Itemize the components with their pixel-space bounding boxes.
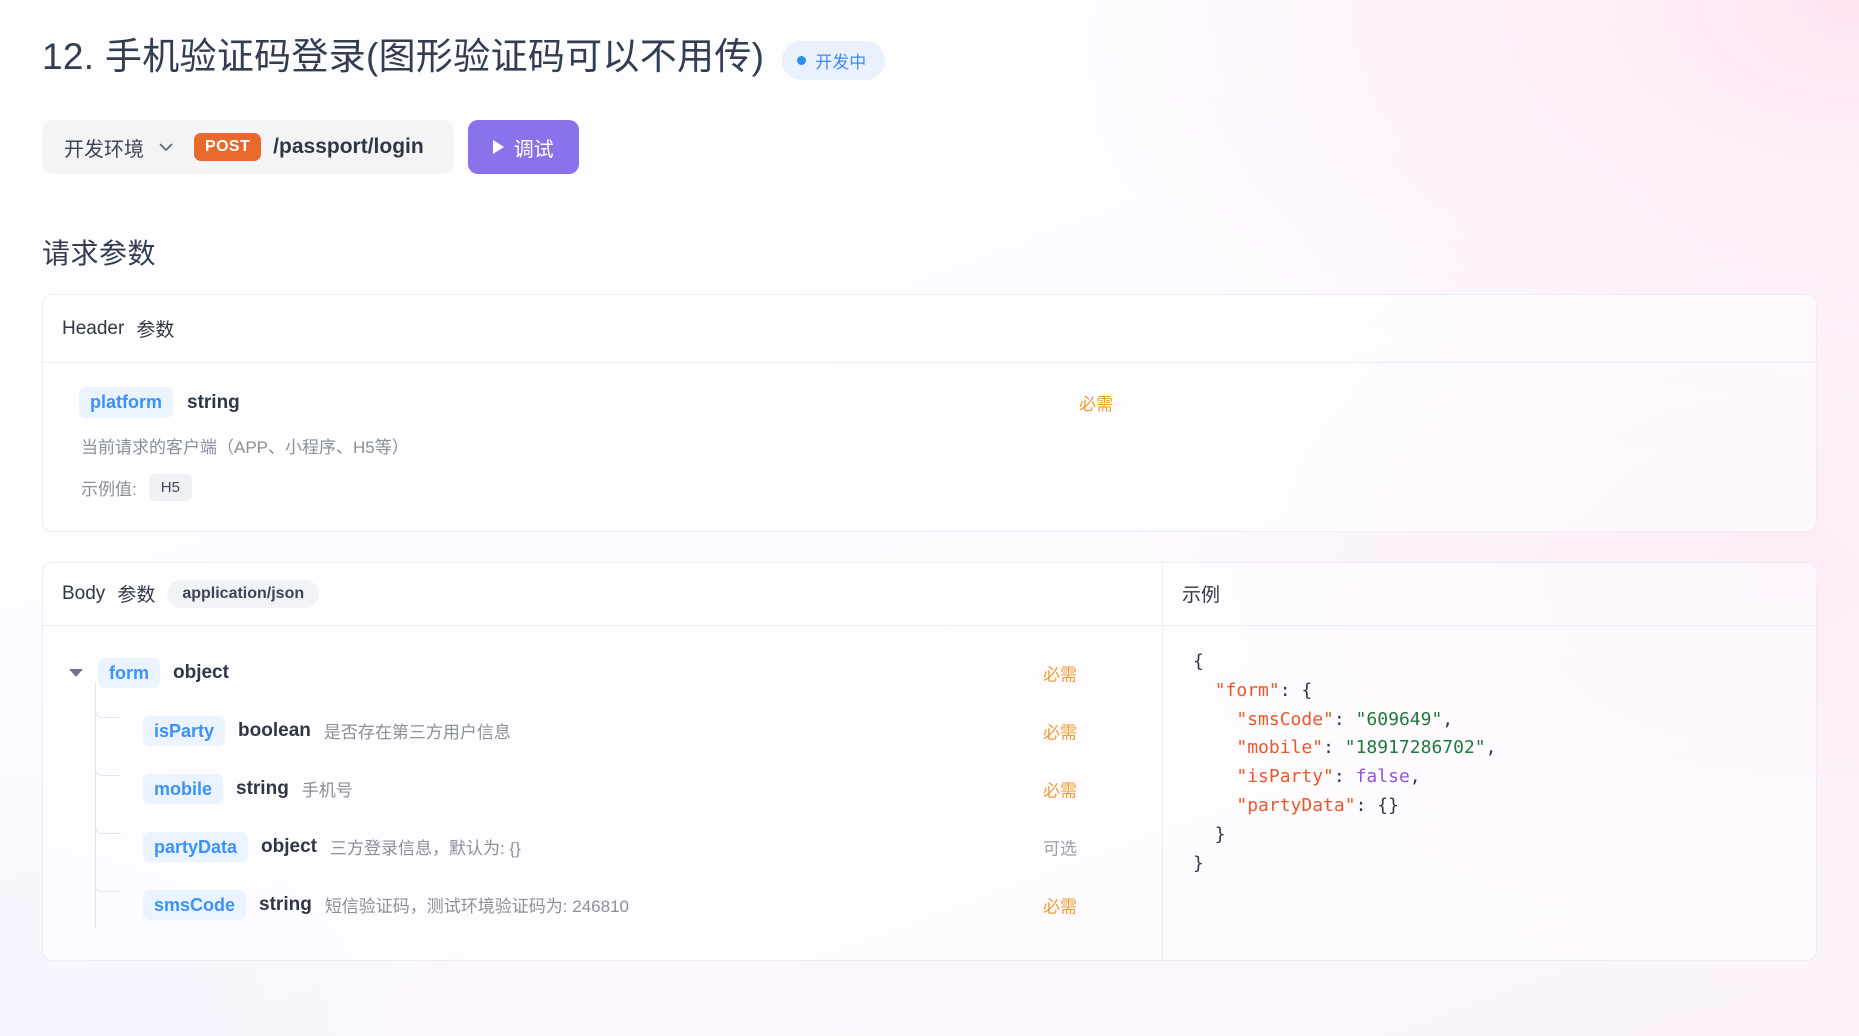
param-required-flag: 可选 xyxy=(1043,839,1077,859)
json-brace: } xyxy=(1193,852,1204,874)
body-params-split: Body 参数 application/json form object 必需 … xyxy=(43,562,1816,960)
example-panel-title: 示例 xyxy=(1163,563,1816,626)
param-example-line: 示例值: H5 xyxy=(81,473,1796,501)
body-params-tree: form object 必需 isParty boolean 是否存在第三方用户… xyxy=(43,626,1162,960)
status-dot-icon xyxy=(797,55,807,65)
env-url-group: 开发环境 POST /passport/login xyxy=(42,120,454,175)
param-name-type-line: platform string xyxy=(79,387,1796,418)
body-example-column: 示例 { "form": { "smsCode": "609649", "mob… xyxy=(1163,563,1816,960)
tree-row-form[interactable]: form object 必需 xyxy=(43,644,1162,702)
header-params-title-main: Header xyxy=(62,317,125,339)
play-icon xyxy=(492,140,504,155)
param-type: boolean xyxy=(238,719,311,741)
chevron-down-icon[interactable] xyxy=(69,668,83,677)
param-row-platform: platform string 当前请求的客户端（APP、小程序、H5等） 示例… xyxy=(79,387,1796,501)
status-badge[interactable]: 开发中 xyxy=(782,40,886,80)
param-name[interactable]: mobile xyxy=(143,773,224,805)
header-params-card: Header 参数 platform string 当前请求的客户端（APP、小… xyxy=(42,294,1817,532)
param-required-flag: 必需 xyxy=(1043,781,1077,801)
page-title: 12. 手机验证码登录(图形验证码可以不用传) xyxy=(42,36,765,77)
body-params-left-column: Body 参数 application/json form object 必需 … xyxy=(43,562,1163,960)
body-params-title-main: Body xyxy=(62,582,106,604)
tree-row-isParty[interactable]: isParty boolean 是否存在第三方用户信息 必需 xyxy=(43,702,1162,760)
param-name[interactable]: platform xyxy=(79,387,173,418)
example-json-viewer: { "form": { "smsCode": "609649", "mobile… xyxy=(1193,650,1497,874)
param-description: 当前请求的客户端（APP、小程序、H5等） xyxy=(81,437,409,457)
debug-button[interactable]: 调试 xyxy=(467,120,579,175)
request-toolbar: 开发环境 POST /passport/login 调试 xyxy=(42,120,1817,175)
param-type: string xyxy=(236,777,289,799)
header-params-card-title: Header 参数 xyxy=(43,295,1816,364)
param-required-flag: 必需 xyxy=(1079,395,1113,415)
tree-row-partyData[interactable]: partyData object 三方登录信息，默认为: {} 可选 xyxy=(43,818,1162,876)
json-key-partyData: "partyData" xyxy=(1236,794,1356,816)
http-method-badge: POST xyxy=(194,133,262,162)
param-type: object xyxy=(173,661,229,683)
param-name[interactable]: isParty xyxy=(143,715,226,747)
param-description: 短信验证码，测试环境验证码为: 246810 xyxy=(324,897,629,917)
json-brace: } xyxy=(1214,823,1226,845)
request-params-heading: 请求参数 xyxy=(42,238,157,270)
body-params-title-sub: 参数 xyxy=(117,585,156,607)
json-key-mobile: "mobile" xyxy=(1236,737,1324,759)
param-description: 手机号 xyxy=(301,781,353,801)
debug-button-label: 调试 xyxy=(513,138,554,161)
json-key-isParty: "isParty" xyxy=(1236,766,1334,788)
json-value-mobile: "18917286702" xyxy=(1344,737,1486,759)
param-name[interactable]: partyData xyxy=(143,831,249,863)
param-description: 三方登录信息，默认为: {} xyxy=(329,839,521,859)
status-badge-label: 开发中 xyxy=(815,52,867,72)
body-params-card-title: Body 参数 application/json xyxy=(43,563,1162,626)
example-title-label: 示例 xyxy=(1182,585,1221,607)
param-type: object xyxy=(261,835,317,857)
body-params-card: Body 参数 application/json form object 必需 … xyxy=(42,561,1817,961)
param-required-flag: 必需 xyxy=(1043,897,1077,917)
param-required-flag: 必需 xyxy=(1043,723,1077,743)
param-type: string xyxy=(259,893,312,915)
json-value-partyData: {} xyxy=(1377,794,1399,816)
json-key-smsCode: "smsCode" xyxy=(1236,708,1334,730)
param-description: 是否存在第三方用户信息 xyxy=(323,723,511,743)
json-value-isParty: false xyxy=(1355,766,1410,788)
param-name[interactable]: smsCode xyxy=(143,889,247,921)
environment-selector-label[interactable]: 开发环境 xyxy=(64,133,144,162)
param-required-flag: 必需 xyxy=(1043,665,1077,685)
tree-row-smsCode[interactable]: smsCode string 短信验证码，测试环境验证码为: 246810 必需 xyxy=(43,876,1162,934)
json-punc: : { xyxy=(1279,679,1313,701)
header-params-title-sub: 参数 xyxy=(136,320,175,342)
chevron-down-icon[interactable] xyxy=(156,137,176,157)
page-root: 12. 手机验证码登录(图形验证码可以不用传) 开发中 开发环境 POST /p… xyxy=(0,0,1859,961)
param-example-label: 示例值: xyxy=(81,479,137,499)
title-row: 12. 手机验证码登录(图形验证码可以不用传) 开发中 xyxy=(42,34,1817,80)
body-content-type-chip: application/json xyxy=(167,579,320,608)
tree-row-mobile[interactable]: mobile string 手机号 必需 xyxy=(43,760,1162,818)
json-key-form: "form" xyxy=(1214,679,1280,701)
param-type: string xyxy=(187,391,240,413)
param-example-value: H5 xyxy=(148,473,192,501)
header-params-list: platform string 当前请求的客户端（APP、小程序、H5等） 示例… xyxy=(43,363,1816,531)
json-value-smsCode: "609649" xyxy=(1355,708,1443,730)
param-name[interactable]: form xyxy=(98,657,160,689)
request-path[interactable]: /passport/login xyxy=(273,135,438,159)
json-brace: { xyxy=(1193,650,1204,672)
